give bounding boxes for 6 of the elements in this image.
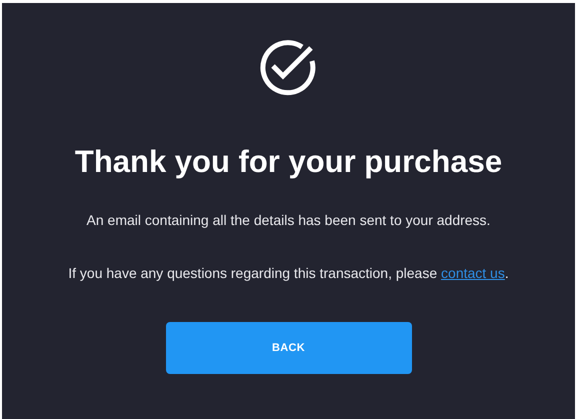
message-text: An email containing all the details has been sent to your address.	[86, 210, 490, 230]
heading: Thank you for your purchase	[74, 143, 502, 181]
contact-link[interactable]: contact us	[441, 264, 505, 281]
question-text: If you have any questions regarding this transaction, please contact us.	[68, 264, 509, 283]
back-button[interactable]: BACK	[166, 322, 412, 374]
check-circle-icon	[260, 39, 318, 97]
